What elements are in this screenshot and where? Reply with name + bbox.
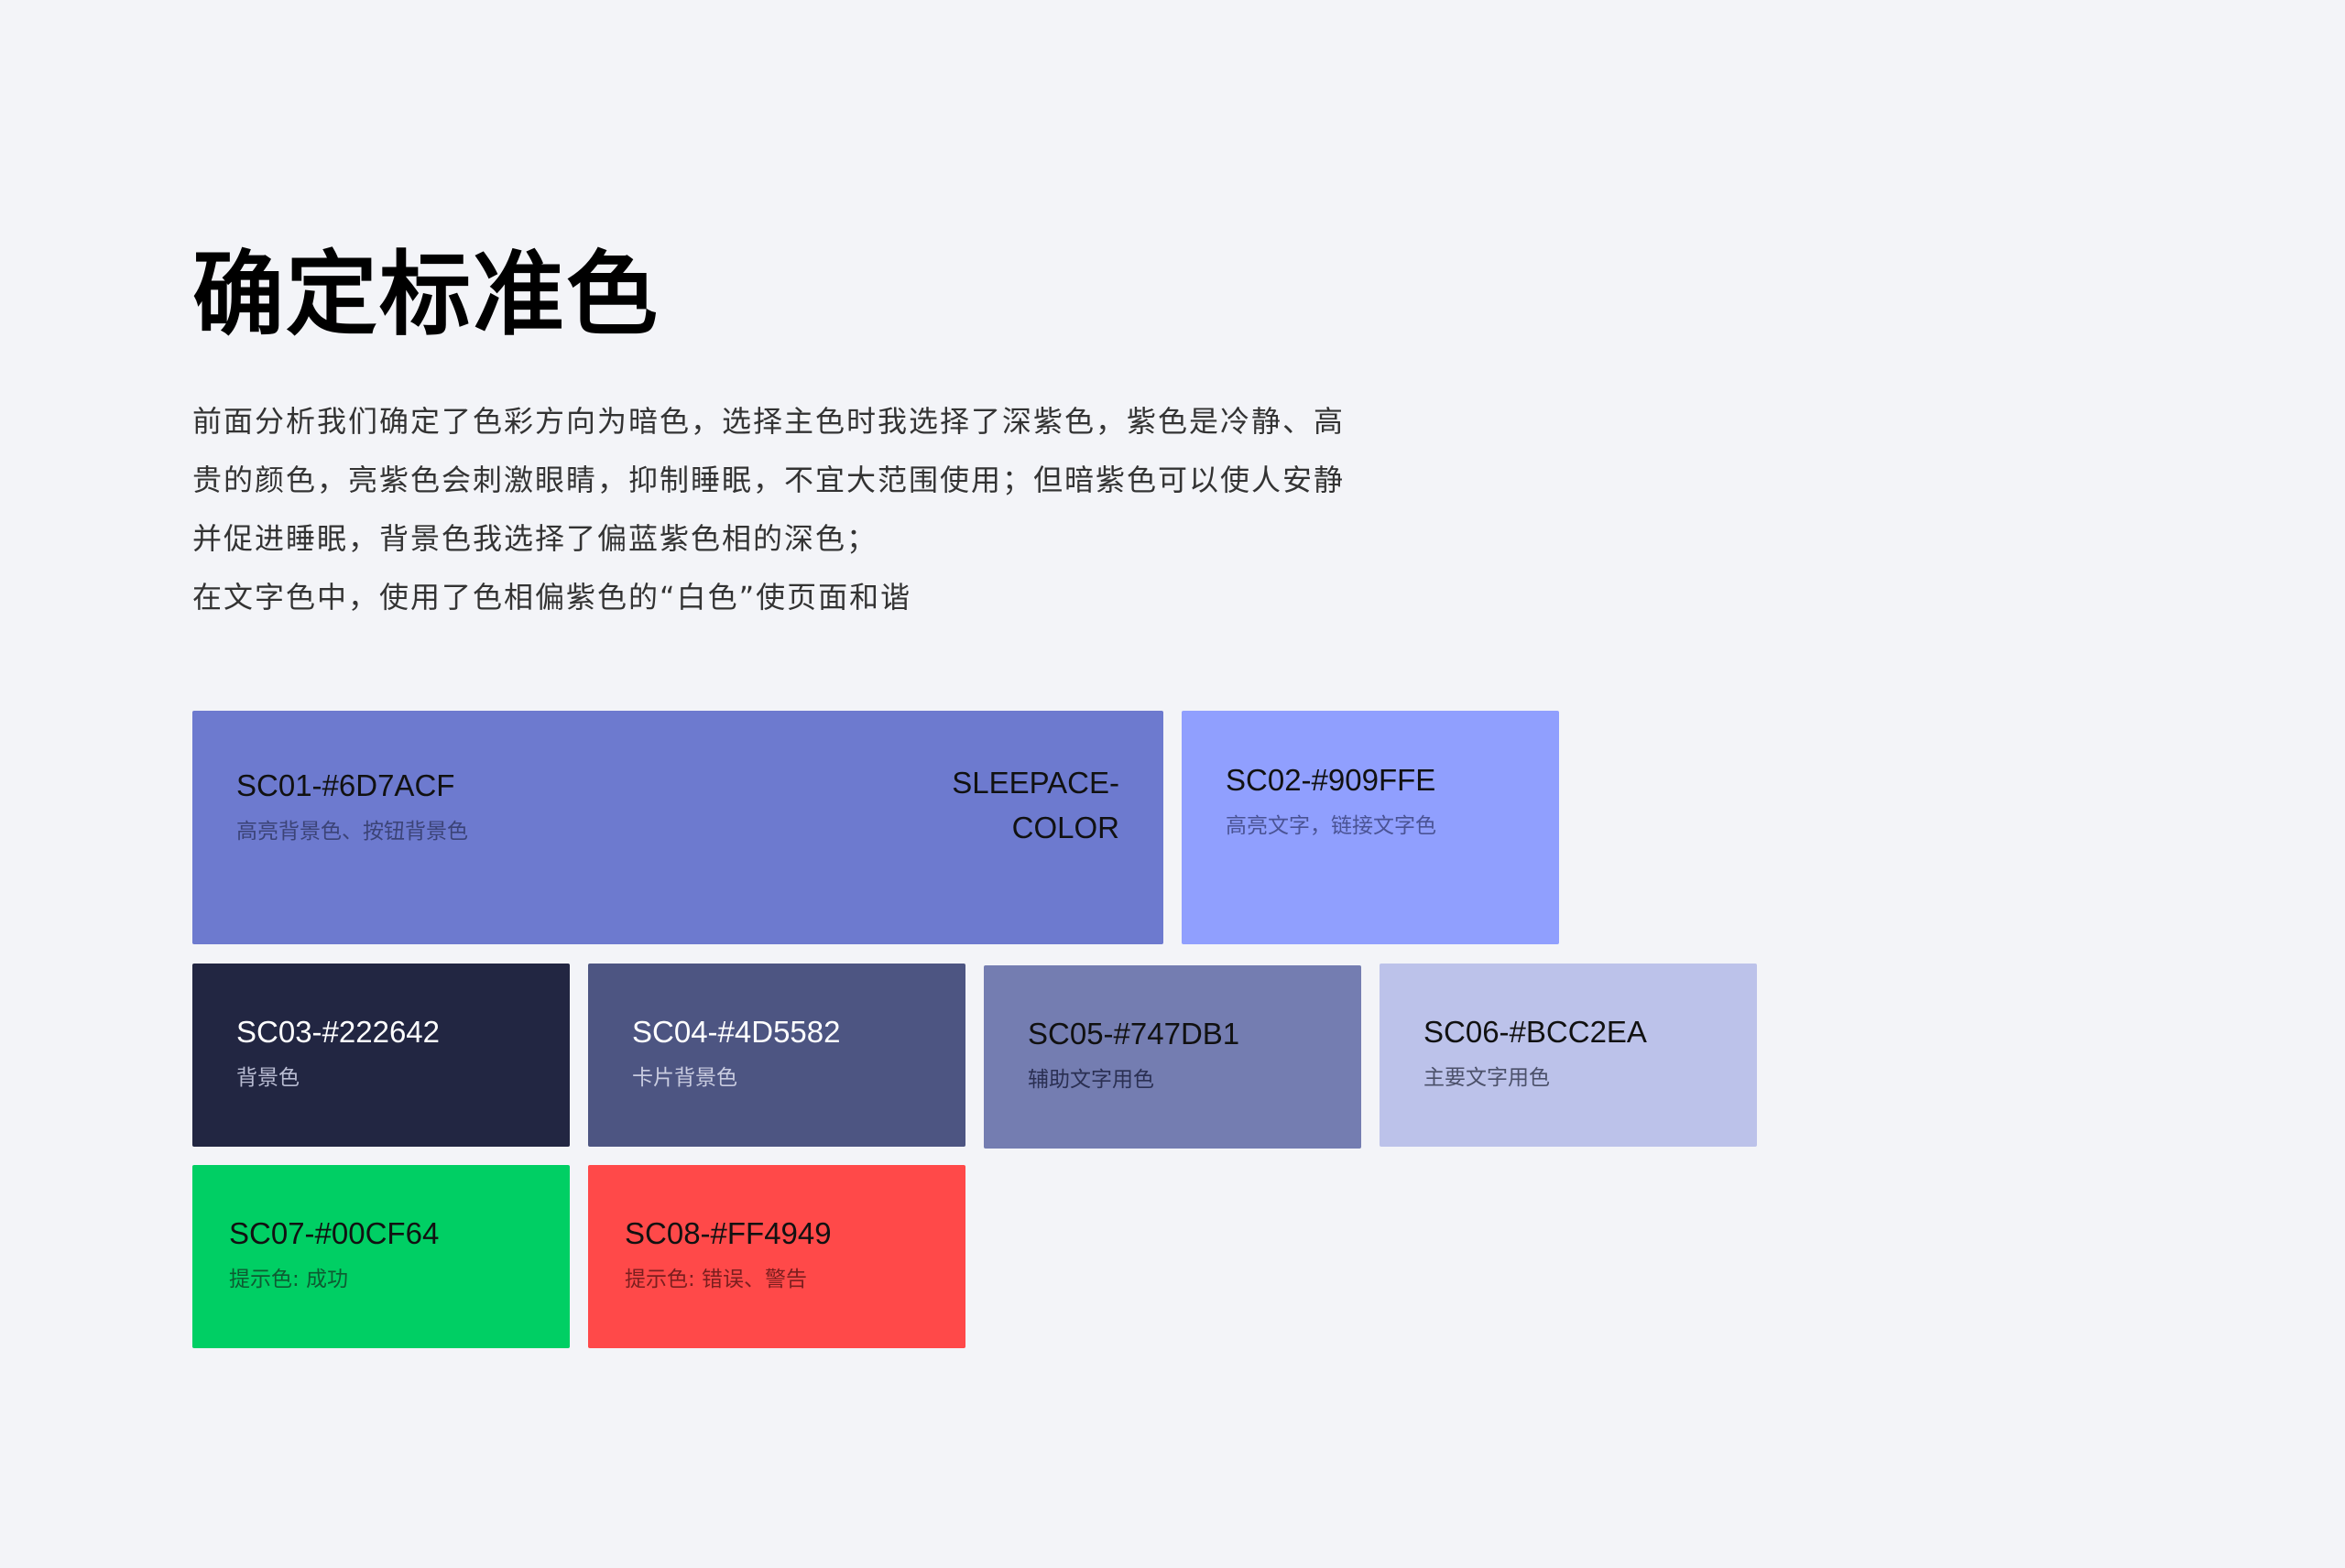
swatch-code: SC07-#00CF64 [229,1216,440,1250]
color-swatch-sc08: SC08-#FF4949 提示色: 错误、警告 [588,1165,965,1348]
description: 前面分析我们确定了色彩方向为暗色，选择主色时我选择了深紫色，紫色是冷静、高 贵的… [192,392,1383,626]
swatch-usage: 高亮文字，链接文字色 [1226,814,1436,838]
swatch-brand-label: SLEEPACE- COLOR [952,766,1119,844]
swatch-usage: 卡片背景色 [632,1066,737,1090]
swatch-code: SC02-#909FFE [1226,763,1436,797]
color-swatch-sc05: SC05-#747DB1 辅助文字用色 [984,965,1361,1149]
color-swatch-sc03: SC03-#222642 背景色 [192,964,570,1147]
swatch-usage: 辅助文字用色 [1028,1068,1154,1092]
color-swatch-sc02: SC02-#909FFE 高亮文字，链接文字色 [1182,711,1559,944]
swatch-code: SC04-#4D5582 [632,1015,841,1049]
swatch-usage: 高亮背景色、按钮背景色 [236,820,468,844]
swatch-code: SC06-#BCC2EA [1423,1015,1647,1049]
color-swatch-sc01: SC01-#6D7ACF 高亮背景色、按钮背景色 SLEEPACE- COLOR [192,711,1163,944]
color-swatch-sc07: SC07-#00CF64 提示色: 成功 [192,1165,570,1348]
description-line: 在文字色中，使用了色相偏紫色的“白色”使页面和谐 [192,580,912,615]
swatch-code: SC05-#747DB1 [1028,1017,1240,1051]
description-line: 并促进睡眠，背景色我选择了偏蓝紫色相的深色； [192,521,878,556]
swatch-usage: 背景色 [236,1066,300,1090]
swatch-code: SC01-#6D7ACF [236,768,455,802]
swatch-code: SC03-#222642 [236,1015,441,1049]
page-title: 确定标准色 [192,241,660,348]
color-swatch-sc06: SC06-#BCC2EA 主要文字用色 [1380,964,1757,1147]
swatch-usage: 提示色: 错误、警告 [625,1268,808,1291]
description-line: 贵的颜色，亮紫色会刺激眼睛，抑制睡眠，不宜大范围使用；但暗紫色可以使人安静 [192,463,1346,497]
description-line: 前面分析我们确定了色彩方向为暗色，选择主色时我选择了深紫色，紫色是冷静、高 [192,404,1346,439]
swatch-code: SC08-#FF4949 [625,1216,832,1250]
color-swatch-sc04: SC04-#4D5582 卡片背景色 [588,964,965,1147]
swatch-usage: 提示色: 成功 [229,1268,349,1291]
swatch-usage: 主要文字用色 [1423,1066,1550,1090]
